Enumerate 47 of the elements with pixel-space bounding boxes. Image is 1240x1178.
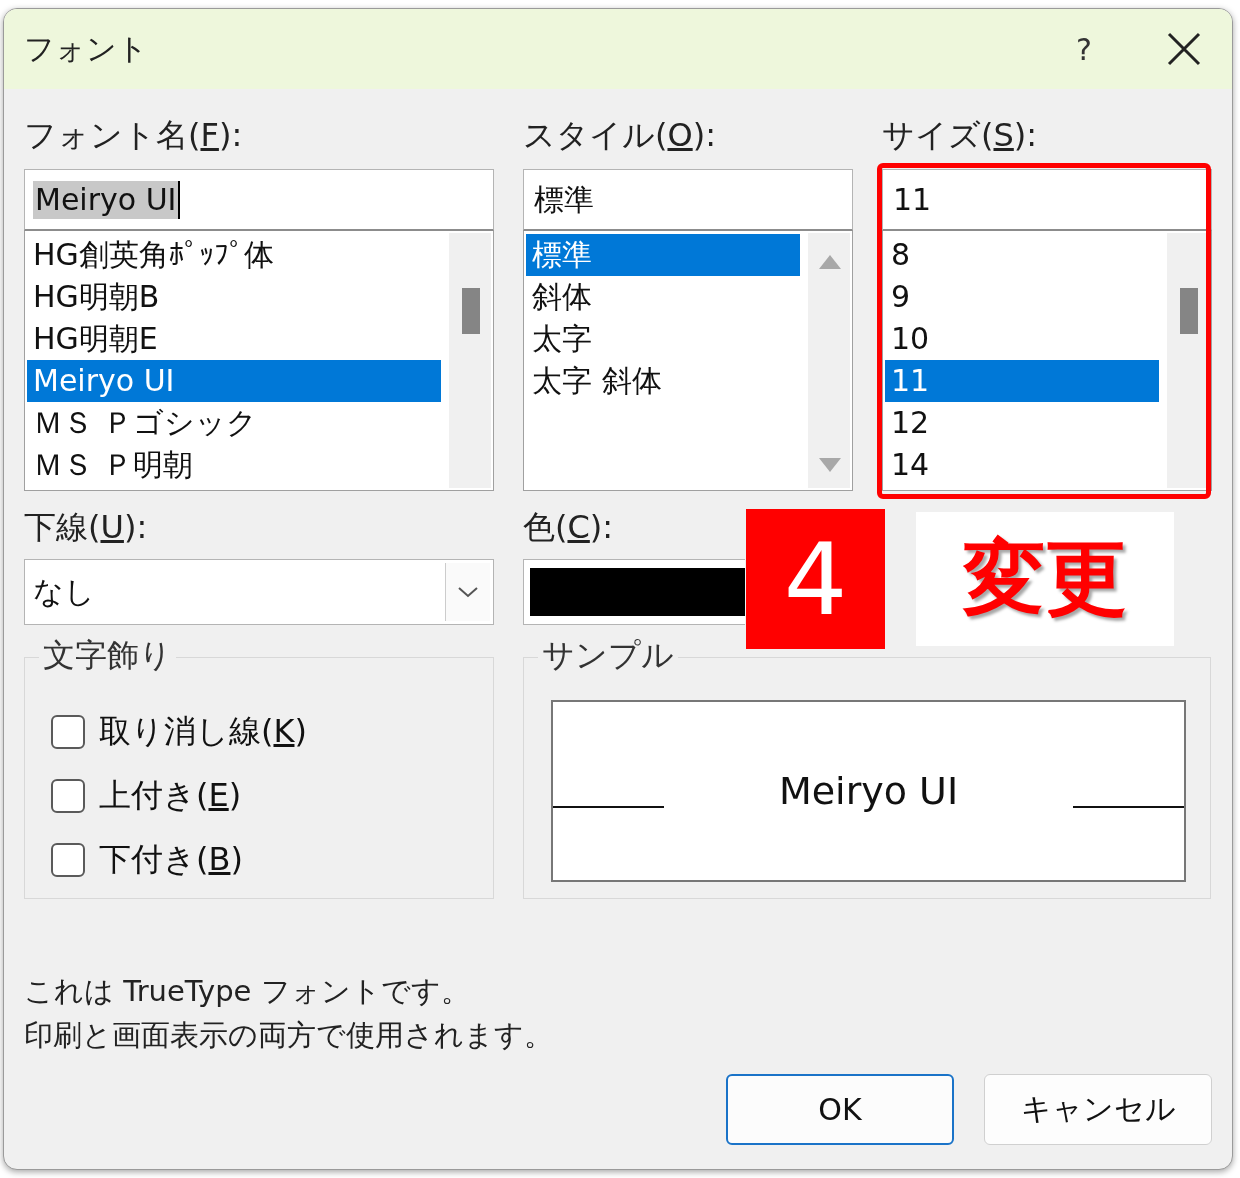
input-field[interactable]: Meiryo UI [24, 169, 494, 231]
list-item[interactable]: 10 [885, 318, 1159, 360]
checkbox-label: 下付き(B) [99, 839, 243, 880]
list-item[interactable]: 9 [885, 276, 1159, 318]
ok-button[interactable]: OK [726, 1074, 954, 1145]
scrollbar[interactable] [1167, 233, 1209, 488]
color-dropdown[interactable] [523, 559, 745, 625]
checkbox[interactable] [51, 715, 85, 749]
checkbox-label: 取り消し線(K) [99, 711, 307, 752]
size-label: サイズ(S): [882, 115, 1039, 156]
chevron-down-icon[interactable] [457, 585, 479, 599]
description-text: 印刷と画面表示の両方で使用されます。 [24, 1017, 554, 1054]
scrollbar[interactable] [449, 233, 491, 488]
list-item[interactable]: ＭＳ Ｐゴシック [27, 402, 441, 444]
input-field[interactable]: 11 [882, 169, 1212, 231]
underline-dropdown[interactable]: なし [24, 559, 494, 625]
checkbox[interactable] [51, 843, 85, 877]
cancel-button[interactable]: キャンセル [984, 1074, 1212, 1145]
list-item[interactable]: 太字 斜体 [526, 360, 800, 402]
list-item[interactable]: ＭＳ Ｐ明朝 [27, 444, 441, 486]
field-value: 標準 [533, 180, 595, 219]
list-item[interactable]: 12 [885, 402, 1159, 444]
callout-text: 変更 [916, 512, 1174, 646]
font-name-label: フォント名(F): [24, 115, 244, 156]
checkbox-label: 上付き(E) [99, 775, 242, 816]
field-value: Meiryo UI [33, 180, 181, 219]
list-item[interactable]: 14 [885, 444, 1159, 486]
list-item[interactable]: 8 [885, 234, 1159, 276]
help-button[interactable]: ? [1054, 30, 1114, 68]
style-label: スタイル(O): [523, 115, 717, 156]
list-item[interactable]: 標準 [526, 234, 800, 276]
checkbox[interactable] [51, 779, 85, 813]
description-text: これは TrueType フォントです。 [24, 973, 471, 1010]
underline-label: 下線(U): [24, 508, 148, 546]
list-item[interactable]: 斜体 [526, 276, 800, 318]
input-field[interactable]: 標準 [523, 169, 853, 231]
list-item[interactable]: HG明朝E [27, 318, 441, 360]
field-value: 11 [892, 180, 933, 219]
list-item[interactable]: HG明朝B [27, 276, 441, 318]
list-item[interactable]: 11 [885, 360, 1159, 402]
list-item[interactable]: 太字 [526, 318, 800, 360]
color-label: 色(C): [523, 508, 614, 546]
step-badge: 4 [746, 509, 885, 649]
window-title: フォント [24, 29, 149, 68]
list-item[interactable]: Meiryo UI [27, 360, 441, 402]
list-item[interactable]: HG創英角ﾎﾟｯﾌﾟ体 [27, 234, 441, 276]
sample-text: Meiryo UI [778, 769, 959, 813]
